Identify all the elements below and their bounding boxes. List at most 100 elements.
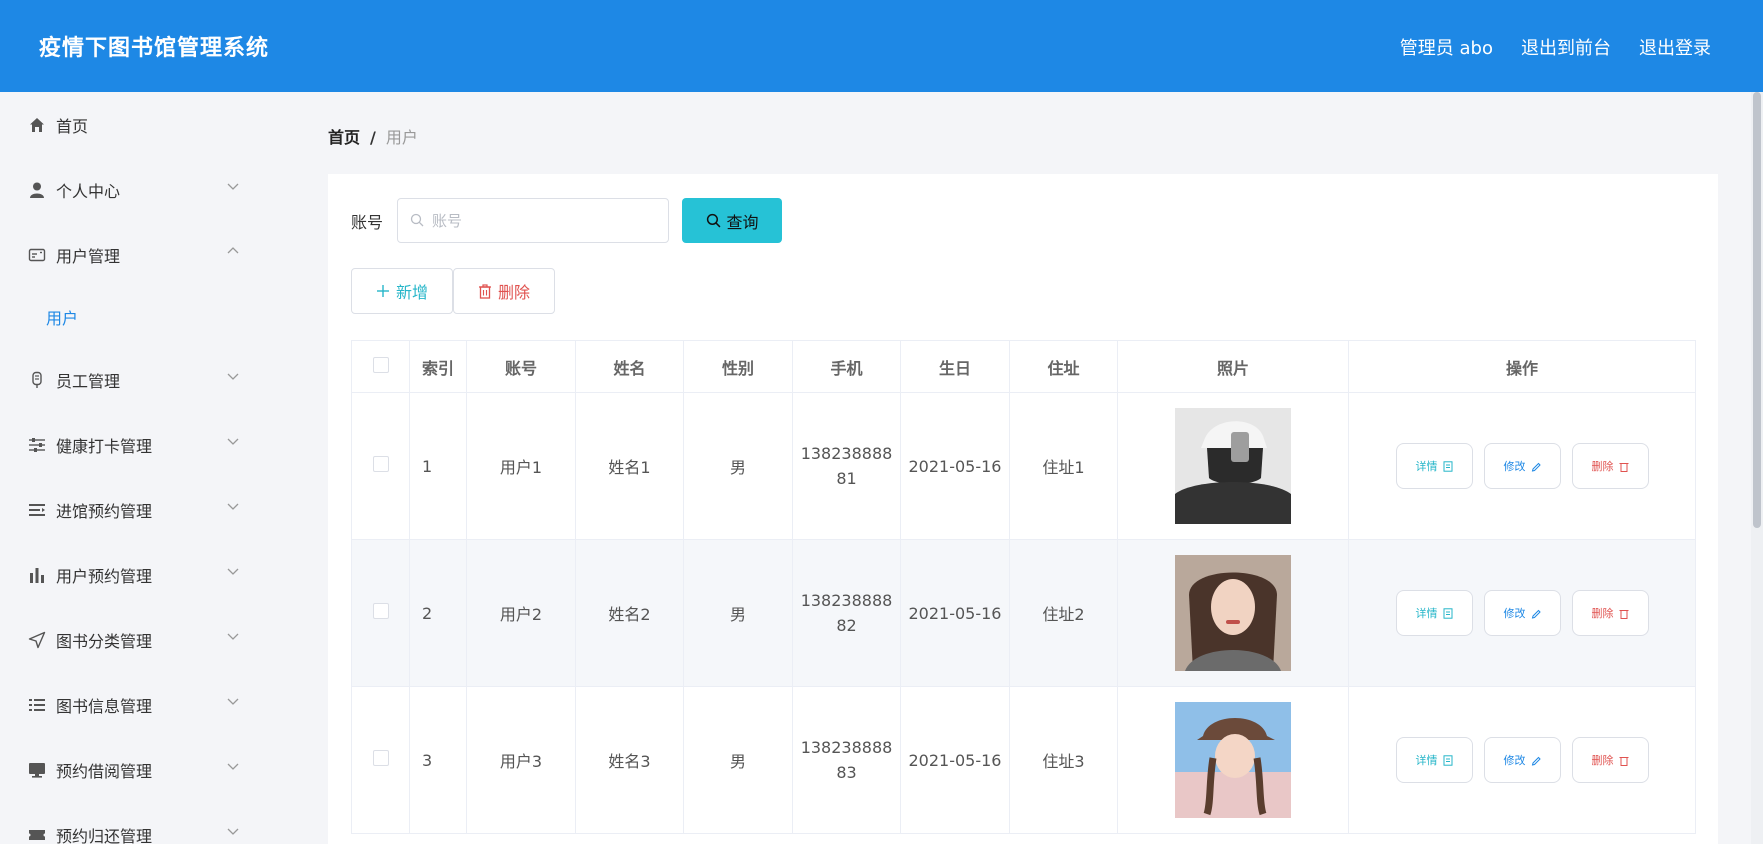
table-row: 3 用户3 姓名3 男 138238888 83 2021-05-16 住址3: [351, 686, 1696, 834]
sidebar-subitem-user[interactable]: 用户: [0, 287, 298, 347]
edit-button[interactable]: 修改: [1483, 590, 1561, 636]
sidebar-item-book-info[interactable]: 图书信息管理: [0, 672, 298, 737]
trash-icon: [1619, 462, 1628, 472]
remove-label: 删除: [1591, 755, 1614, 767]
send-icon: [28, 631, 46, 649]
user-icon: [28, 181, 46, 199]
table-row: 1 用户1 姓名1 男 138238888 81 2021-05-16 住址1: [351, 392, 1696, 540]
logout-link[interactable]: 退出登录: [1639, 34, 1711, 60]
document-icon: [1443, 460, 1452, 472]
phone-line-1: 138238888: [800, 738, 893, 757]
detail-label: 详情: [1415, 461, 1438, 473]
cell-phone: 138238888 81: [792, 392, 901, 540]
cell-phone: 138238888 82: [792, 539, 901, 687]
cell-gender: 男: [683, 686, 793, 834]
bar-chart-icon: [28, 566, 46, 584]
row-select-cell: [351, 686, 410, 834]
chevron-down-icon: [227, 633, 239, 640]
detail-button[interactable]: 详情: [1395, 737, 1473, 783]
row-delete-button[interactable]: 删除: [1571, 443, 1649, 489]
table-row: 2 用户2 姓名2 男 138238888 82 2021-05-16 住址2: [351, 539, 1696, 687]
edit-button[interactable]: 修改: [1483, 443, 1561, 489]
edit-button[interactable]: 修改: [1483, 737, 1561, 783]
cell-address: 住址3: [1009, 686, 1118, 834]
cell-account: 用户1: [466, 392, 576, 540]
cell-index: 2: [409, 539, 467, 687]
column-header: 生日: [900, 340, 1010, 393]
breadcrumb-separator: /: [370, 128, 376, 147]
sidebar-item-label: 个人中心: [56, 181, 121, 201]
sidebar-item-label: 员工管理: [56, 371, 121, 391]
sidebar-item-staff[interactable]: 员工管理: [0, 347, 298, 412]
sidebar-item-return[interactable]: 预约归还管理: [0, 802, 298, 844]
sidebar-item-label: 健康打卡管理: [56, 436, 153, 456]
edit-icon: [1531, 609, 1541, 619]
sidebar-item-label: 进馆预约管理: [56, 501, 153, 521]
row-delete-button[interactable]: 删除: [1571, 737, 1649, 783]
chevron-down-icon: [227, 568, 239, 575]
cell-ops: 详情 修改 删除: [1348, 539, 1696, 687]
user-photo[interactable]: [1175, 555, 1291, 671]
cell-account: 用户3: [466, 686, 576, 834]
breadcrumb-home[interactable]: 首页: [328, 128, 360, 147]
cell-photo: [1117, 539, 1349, 687]
row-checkbox[interactable]: [372, 456, 389, 472]
search-label: 账号: [351, 212, 384, 232]
account-search-input[interactable]: [432, 199, 663, 242]
table-header-row: 索引 账号 姓名 性别 手机 生日 住址 照片 操作: [351, 340, 1696, 393]
scrollbar-thumb[interactable]: [1753, 92, 1761, 528]
admin-label[interactable]: 管理员 abo: [1400, 34, 1493, 60]
row-checkbox[interactable]: [372, 750, 389, 766]
user-photo[interactable]: [1175, 408, 1291, 524]
column-header: 照片: [1117, 340, 1349, 393]
sidebar-item-entry-booking[interactable]: 进馆预约管理: [0, 477, 298, 542]
select-all-checkbox[interactable]: [372, 356, 389, 373]
cell-name: 姓名3: [575, 686, 684, 834]
trash-icon: [1619, 609, 1628, 619]
cell-photo: [1117, 686, 1349, 834]
row-delete-button[interactable]: 删除: [1571, 590, 1649, 636]
remove-label: 删除: [1591, 608, 1614, 620]
detail-button[interactable]: 详情: [1395, 590, 1473, 636]
search-icon: [706, 213, 720, 228]
column-header: 手机: [792, 340, 901, 393]
sidebar-item-label: 用户管理: [56, 246, 121, 266]
cell-gender: 男: [683, 392, 793, 540]
sidebar-item-book-category[interactable]: 图书分类管理: [0, 607, 298, 672]
row-checkbox[interactable]: [372, 603, 389, 619]
chevron-down-icon: [227, 698, 239, 705]
cell-birthday: 2021-05-16: [900, 392, 1010, 540]
document-icon: [1443, 754, 1452, 766]
chevron-down-icon: [227, 503, 239, 510]
badge-icon: [28, 371, 46, 389]
search-field[interactable]: [397, 198, 670, 243]
page-scrollbar[interactable]: [1751, 92, 1763, 844]
chevron-up-icon: [227, 246, 239, 253]
sidebar-item-user-booking[interactable]: 用户预约管理: [0, 542, 298, 607]
edit-icon: [1531, 756, 1541, 766]
column-header: 账号: [466, 340, 576, 393]
user-photo[interactable]: [1175, 702, 1291, 818]
sidebar-item-health[interactable]: 健康打卡管理: [0, 412, 298, 477]
breadcrumb: 首页 / 用户: [328, 124, 418, 148]
sidebar-item-borrow[interactable]: 预约借阅管理: [0, 737, 298, 802]
column-header: 索引: [409, 340, 467, 393]
sidebar-item-user-mgmt[interactable]: 用户管理: [0, 222, 298, 287]
sidebar-item-personal[interactable]: 个人中心: [0, 157, 298, 222]
add-button-label: 新增: [395, 285, 428, 302]
batch-delete-button[interactable]: 删除: [453, 268, 555, 314]
document-icon: [1443, 607, 1452, 619]
detail-button[interactable]: 详情: [1395, 443, 1473, 489]
phone-line-1: 138238888: [800, 444, 893, 463]
add-button[interactable]: 新增: [351, 268, 453, 314]
column-header: 操作: [1348, 340, 1696, 393]
row-actions: 详情 修改 删除: [1349, 590, 1695, 636]
exit-front-link[interactable]: 退出到前台: [1521, 34, 1611, 60]
query-button[interactable]: 查询: [682, 198, 783, 243]
detail-label: 详情: [1415, 608, 1438, 620]
cell-index: 1: [409, 392, 467, 540]
cell-index: 3: [409, 686, 467, 834]
sidebar-item-home[interactable]: 首页: [0, 92, 298, 157]
breadcrumb-current: 用户: [385, 128, 418, 147]
cell-address: 住址1: [1009, 392, 1118, 540]
